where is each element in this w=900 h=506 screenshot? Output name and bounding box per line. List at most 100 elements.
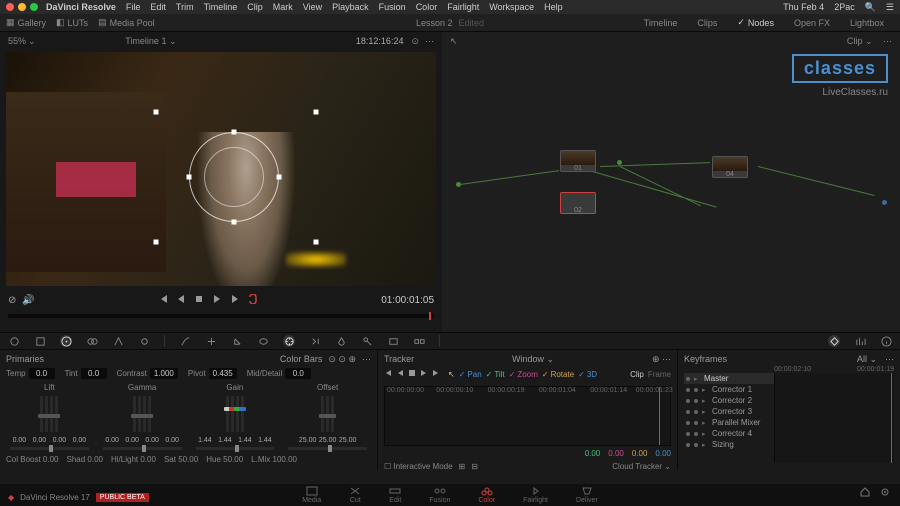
arrow-tool-icon[interactable]: ↖ [450, 36, 458, 47]
page-tab-fusion[interactable]: Fusion [429, 486, 450, 504]
node-01[interactable]: 01 [560, 150, 596, 172]
tracker-type-dropdown[interactable]: Cloud Tracker ⌄ [612, 462, 671, 471]
menu-edit[interactable]: Edit [150, 2, 166, 12]
lift-val[interactable]: 0.00 [30, 437, 48, 444]
next-frame-button[interactable] [230, 294, 240, 307]
keyframe-graph[interactable] [774, 373, 894, 463]
gamma-master-slider[interactable] [103, 447, 182, 450]
power-windows-icon[interactable] [257, 335, 269, 347]
lift-val[interactable]: 0.00 [50, 437, 68, 444]
stereo-icon[interactable] [413, 335, 425, 347]
blur-icon[interactable] [335, 335, 347, 347]
app-menu[interactable]: DaVinci Resolve [46, 2, 116, 12]
chevron-down-icon[interactable]: ⌄ [28, 36, 36, 47]
menu-color[interactable]: Color [416, 2, 438, 12]
page-tab-media[interactable]: Media [302, 486, 321, 504]
stop-button[interactable] [194, 294, 204, 307]
add-point-icon[interactable]: ⊞ [459, 462, 466, 471]
node-04[interactable]: 04 [712, 156, 748, 178]
offset-val[interactable]: 25.00 [299, 437, 317, 444]
offset-val[interactable]: 25.00 [339, 437, 357, 444]
menu-workspace[interactable]: Workspace [489, 2, 534, 12]
audio-icon[interactable]: 🔊 [22, 295, 34, 306]
tracker-playhead[interactable] [659, 387, 660, 445]
window-traffic-lights[interactable] [6, 3, 38, 11]
pw-handle-left[interactable] [187, 175, 192, 180]
control-center-icon[interactable]: ☰ [886, 2, 894, 13]
gamma-val[interactable]: 0.00 [123, 437, 141, 444]
gamma-val[interactable]: 0.00 [163, 437, 181, 444]
lift-master-slider[interactable] [10, 447, 89, 450]
warper-icon[interactable] [205, 335, 217, 347]
gain-val[interactable]: 1.44 [236, 437, 254, 444]
lightbox-toggle[interactable]: Lightbox [850, 17, 884, 28]
hdr-icon[interactable] [86, 335, 98, 347]
page-tab-cut[interactable]: Cut [349, 486, 361, 504]
pw-handle-top[interactable] [232, 130, 237, 135]
tint-value[interactable]: 0.0 [81, 368, 107, 379]
sat-value[interactable]: 50.00 [178, 455, 198, 464]
zoom-icon[interactable] [30, 3, 38, 11]
kf-row[interactable]: ▸Corrector 2 [684, 395, 774, 406]
openfx-toggle[interactable]: Open FX [794, 17, 830, 28]
viewer-options-icon[interactable]: ⋯ [425, 36, 434, 47]
menu-playback[interactable]: Playback [332, 2, 369, 12]
pw-soft-handle[interactable] [154, 110, 159, 115]
page-tab-fairlight[interactable]: Fairlight [523, 486, 548, 504]
track-forward-one-button[interactable] [432, 369, 440, 379]
clip-frame-toggle[interactable]: Clip [630, 370, 644, 379]
colboost-value[interactable]: 0.00 [43, 455, 59, 464]
pw-handle-bottom[interactable] [232, 220, 237, 225]
timeline-name[interactable]: Timeline 1 ⌄ [125, 36, 176, 47]
viewer-menu-icon[interactable]: ⊙ [411, 36, 419, 47]
menu-fusion[interactable]: Fusion [379, 2, 406, 12]
hilight-value[interactable]: 0.00 [140, 455, 156, 464]
output-node-icon[interactable] [882, 200, 887, 205]
kf-row[interactable]: ▸Corrector 3 [684, 406, 774, 417]
offset-val[interactable]: 25.00 [319, 437, 337, 444]
pw-soft-handle[interactable] [154, 240, 159, 245]
menu-file[interactable]: File [126, 2, 141, 12]
tracker-mode[interactable]: Window ⌄ [512, 354, 554, 365]
clips-toggle[interactable]: Clips [697, 17, 717, 28]
frame-toggle[interactable]: Frame [648, 370, 671, 379]
page-tab-deliver[interactable]: Deliver [576, 486, 598, 504]
tracker-graph[interactable]: 00:00:00:00 00:00:00:10 00:00:00:19 00:0… [384, 386, 671, 446]
kf-row-master[interactable]: ▸Master [684, 373, 774, 384]
menu-timeline[interactable]: Timeline [204, 2, 238, 12]
lift-val[interactable]: 0.00 [70, 437, 88, 444]
clip-dropdown[interactable]: Clip ⌄ [847, 36, 873, 46]
contrast-value[interactable]: 1.000 [150, 368, 178, 379]
temp-value[interactable]: 0.0 [29, 368, 55, 379]
first-frame-button[interactable] [158, 294, 168, 307]
pivot-value[interactable]: 0.435 [209, 368, 237, 379]
pw-handle-right[interactable] [277, 175, 282, 180]
remove-point-icon[interactable]: ⊟ [471, 462, 478, 471]
pan-checkbox[interactable]: ✓ Pan [459, 370, 482, 379]
gain-val[interactable]: 1.44 [256, 437, 274, 444]
track-forward-button[interactable] [420, 369, 428, 379]
record-timecode[interactable]: 01:00:01:05 [381, 295, 434, 306]
timeline-toggle[interactable]: Timeline [644, 17, 678, 28]
motion-effects-icon[interactable] [138, 335, 150, 347]
prev-frame-button[interactable] [176, 294, 186, 307]
curves-icon[interactable] [179, 335, 191, 347]
node-graph[interactable]: ↖ Clip ⌄ ⋯ classes LiveClasses.ru 01 02 … [442, 32, 900, 332]
tracker-icon[interactable] [283, 335, 295, 347]
lmix-value[interactable]: 100.00 [273, 455, 297, 464]
parallel-mixer-icon[interactable] [617, 160, 622, 165]
keyframes-options-icon[interactable]: ⋯ [885, 354, 894, 365]
gamma-val[interactable]: 0.00 [143, 437, 161, 444]
menu-fairlight[interactable]: Fairlight [447, 2, 479, 12]
3d-checkbox[interactable]: ✓ 3D [578, 370, 597, 379]
kf-row[interactable]: ▸Parallel Mixer [684, 417, 774, 428]
source-node-icon[interactable] [456, 182, 461, 187]
rotate-checkbox[interactable]: ✓ Rotate [542, 370, 574, 379]
viewer-canvas[interactable] [6, 52, 436, 286]
zoom-checkbox[interactable]: ✓ Zoom [509, 370, 538, 379]
hue-value[interactable]: 50.00 [223, 455, 243, 464]
gain-bars[interactable] [192, 394, 279, 434]
loop-button[interactable] [248, 294, 258, 307]
node-02[interactable]: 02 [560, 192, 596, 214]
playhead-icon[interactable] [429, 312, 431, 320]
